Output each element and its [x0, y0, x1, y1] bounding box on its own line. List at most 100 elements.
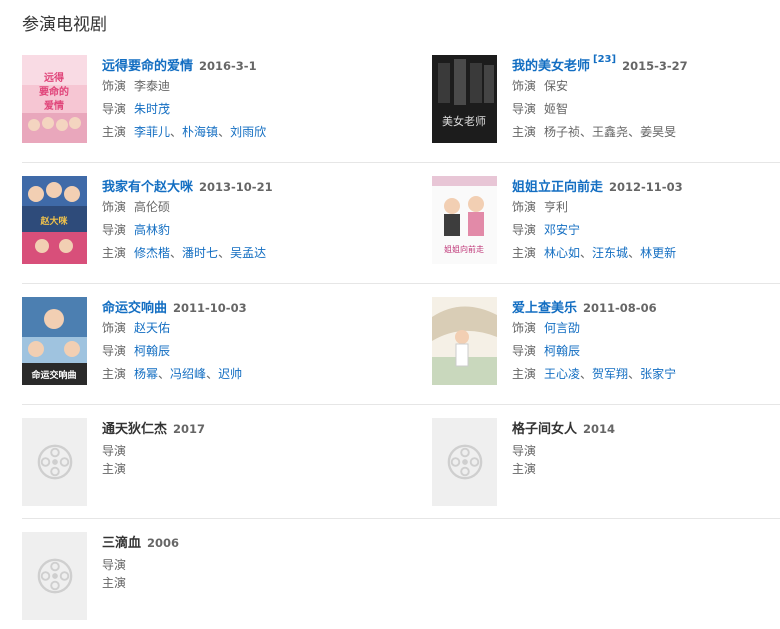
cast-link[interactable]: 潘时七: [182, 246, 218, 260]
poster-placeholder[interactable]: [22, 418, 87, 506]
show-title: 格子间女人: [512, 422, 578, 437]
director-link[interactable]: 高林豹: [134, 223, 170, 237]
show-title-link[interactable]: 姐姐立正向前走: [512, 180, 603, 195]
starring-label: 主演: [102, 367, 127, 381]
show-title-link[interactable]: 命运交响曲: [102, 301, 167, 316]
cast-link[interactable]: 朴海镇: [182, 125, 218, 139]
role-value: 李泰迪: [134, 79, 171, 93]
cast-link[interactable]: 李菲儿: [134, 125, 170, 139]
show-title-link[interactable]: 我的美女老师: [512, 59, 590, 74]
cast-link[interactable]: 杨幂: [134, 367, 158, 381]
director-label: 导演: [512, 102, 537, 116]
svg-text:要命的: 要命的: [39, 85, 69, 98]
starring-label: 主演: [102, 462, 127, 476]
cast-link[interactable]: 迟帅: [218, 367, 242, 381]
film-reel-icon: [37, 444, 72, 480]
show-title-link[interactable]: 远得要命的爱情: [102, 59, 193, 74]
director-label: 导演: [102, 444, 127, 458]
row-divider: [22, 162, 780, 163]
role-link[interactable]: 何言劭: [544, 321, 580, 335]
poster-placeholder[interactable]: [432, 418, 497, 506]
director-link[interactable]: 朱时茂: [134, 102, 170, 116]
role-label: 饰演: [102, 321, 127, 335]
poster-placeholder[interactable]: [22, 532, 87, 620]
show-poster[interactable]: 姐姐向前走: [432, 176, 497, 264]
director-value: 姬智: [544, 102, 569, 116]
svg-text:命运交响曲: 命运交响曲: [30, 369, 76, 381]
show-date: 2011-08-06: [583, 301, 657, 315]
director-link[interactable]: 邓安宁: [544, 223, 580, 237]
director-label: 导演: [102, 344, 127, 358]
show-info: 我家有个赵大咪 2013-10-21 饰演 高伦硕 导演 高林豹 主演 修杰楷、潘时七、…: [102, 180, 273, 260]
show-info: 爱上查美乐 2011-08-06 饰演 何言劭 导演 柯翰辰 主演 王心凌、贺军翔、张家…: [512, 301, 677, 381]
show-date: 2017: [173, 422, 206, 436]
citation-link[interactable]: [23]: [593, 54, 616, 65]
cast-link[interactable]: 王心凌: [544, 367, 580, 381]
cast-link[interactable]: 林心如: [544, 246, 580, 260]
role-label: 饰演: [512, 321, 537, 335]
svg-text:远得: 远得: [44, 71, 64, 84]
film-reel-icon: [447, 444, 482, 480]
cast-link[interactable]: 汪东城: [592, 246, 628, 260]
starring-label: 主演: [102, 576, 127, 590]
cast-link[interactable]: 刘雨欣: [230, 125, 266, 139]
row-divider: [22, 283, 780, 284]
role-label: 饰演: [102, 200, 127, 214]
tv-show-list: 远得 要命的 爱情 远得要命的爱情 2016-3-1 饰演 李泰迪 导演 朱时茂 主演…: [22, 0, 780, 629]
director-label: 导演: [102, 102, 127, 116]
show-info: 我的美女老师 [23] 2015-3-27 饰演 保安 导演 姬智 主演 杨子祯、王鑫尧、…: [512, 54, 688, 139]
cast-value: 王鑫尧: [592, 125, 629, 139]
role-label: 饰演: [512, 200, 537, 214]
starring-label: 主演: [512, 367, 537, 381]
cast-link[interactable]: 林更新: [640, 246, 676, 260]
show-poster[interactable]: 远得 要命的 爱情: [22, 55, 87, 143]
role-value: 高伦硕: [134, 200, 171, 214]
role-link[interactable]: 赵天佑: [134, 321, 170, 335]
director-link[interactable]: 柯翰辰: [544, 344, 580, 358]
show-poster[interactable]: 命运交响曲: [22, 297, 87, 385]
cast-link[interactable]: 张家宁: [640, 367, 676, 381]
show-info: 远得要命的爱情 2016-3-1 饰演 李泰迪 导演 朱时茂 主演 李菲儿、朴海镇、刘雨…: [102, 59, 267, 139]
show-title: 三滴血: [102, 536, 142, 551]
director-label: 导演: [102, 558, 127, 572]
cast-value: 姜昊旻: [640, 125, 677, 139]
role-label: 饰演: [512, 79, 537, 93]
show-date: 2013-10-21: [199, 180, 273, 194]
row-divider: [22, 518, 780, 519]
show-title-link[interactable]: 爱上查美乐: [512, 301, 577, 316]
director-label: 导演: [102, 223, 127, 237]
show-info: 命运交响曲 2011-10-03 饰演 赵天佑 导演 柯翰辰 主演 杨幂、冯绍峰、迟帅: [102, 301, 247, 381]
film-reel-icon: [37, 558, 72, 594]
show-date: 2015-3-27: [622, 59, 688, 73]
role-value: 亨利: [544, 200, 569, 214]
show-poster[interactable]: 赵大咪: [22, 176, 87, 264]
show-date: 2011-10-03: [173, 301, 247, 315]
show-poster[interactable]: 美女老师: [432, 55, 497, 143]
show-title: 通天狄仁杰: [102, 422, 168, 437]
starring-label: 主演: [512, 246, 537, 260]
show-date: 2012-11-03: [609, 180, 683, 194]
director-label: 导演: [512, 344, 537, 358]
show-info: 三滴血 2006 导演 主演: [102, 532, 362, 592]
show-date: 2016-3-1: [199, 59, 257, 73]
svg-text:姐姐向前走: 姐姐向前走: [444, 244, 484, 254]
show-title-link[interactable]: 我家有个赵大咪: [102, 180, 193, 195]
cast-value: 杨子祯: [544, 125, 581, 139]
show-date: 2006: [147, 536, 180, 550]
cast-link[interactable]: 贺军翔: [592, 367, 628, 381]
show-info: 姐姐立正向前走 2012-11-03 饰演 亨利 导演 邓安宁 主演 林心如、汪东城、林…: [512, 180, 683, 260]
director-link[interactable]: 柯翰辰: [134, 344, 170, 358]
starring-label: 主演: [102, 246, 127, 260]
svg-text:赵大咪: 赵大咪: [39, 215, 68, 227]
cast-link[interactable]: 吴孟达: [230, 246, 266, 260]
starring-label: 主演: [512, 462, 537, 476]
show-info: 格子间女人 2014 导演 主演: [512, 418, 772, 478]
show-poster[interactable]: [432, 297, 497, 385]
director-label: 导演: [512, 223, 537, 237]
svg-text:爱情: 爱情: [44, 99, 64, 112]
starring-label: 主演: [512, 125, 537, 139]
cast-link[interactable]: 修杰楷: [134, 246, 170, 260]
svg-text:美女老师: 美女老师: [442, 114, 486, 128]
cast-link[interactable]: 冯绍峰: [170, 367, 206, 381]
role-label: 饰演: [102, 79, 127, 93]
